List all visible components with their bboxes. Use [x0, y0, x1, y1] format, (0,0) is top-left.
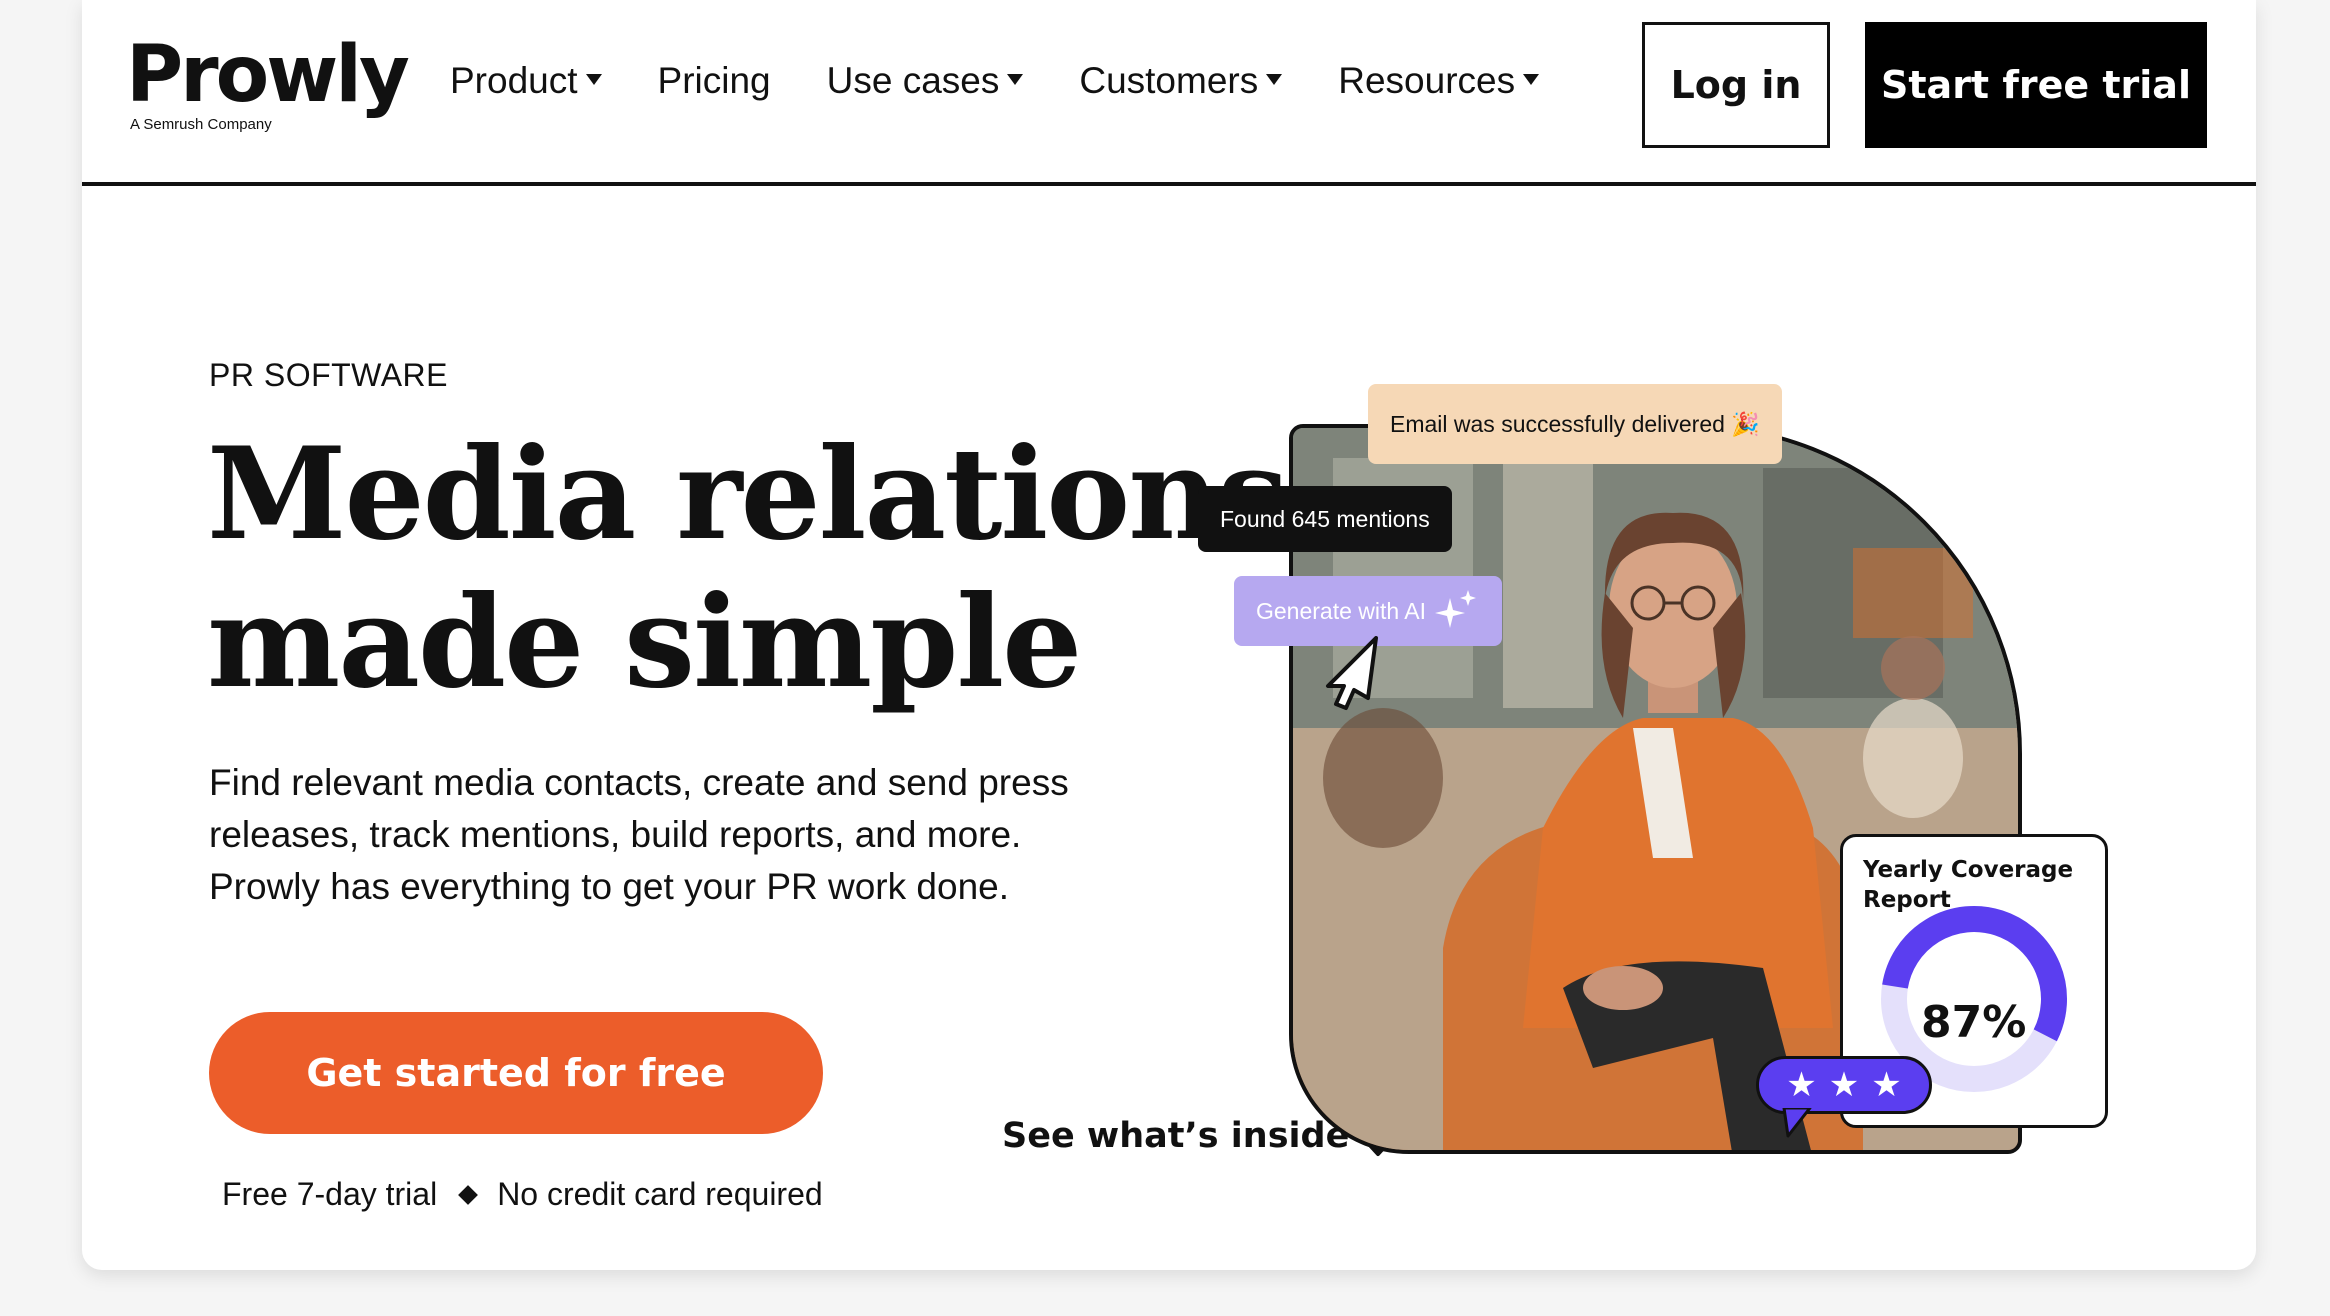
logo[interactable]: Prowly A Semrush Company	[126, 30, 410, 133]
nav-item-use-cases[interactable]: Use cases	[827, 60, 1024, 102]
trial-note-no-card: No credit card required	[497, 1176, 823, 1212]
nav-item-customers[interactable]: Customers	[1079, 60, 1283, 102]
sparkle-icon	[1435, 590, 1477, 628]
nav-item-resources[interactable]: Resources	[1338, 60, 1540, 102]
rating-bubble: ★ ★ ★	[1756, 1056, 1932, 1114]
nav-item-label: Resources	[1338, 60, 1516, 101]
get-started-button[interactable]: Get started for free	[209, 1012, 823, 1134]
top-navigation: Prowly A Semrush Company Product Pricing…	[82, 0, 2256, 186]
trial-note-length: Free 7-day trial	[222, 1176, 438, 1212]
nav-item-label: Product	[450, 60, 578, 101]
see-inside-label: See what’s inside	[1002, 1116, 1350, 1156]
login-button[interactable]: Log in	[1642, 22, 1830, 148]
start-free-trial-button[interactable]: Start free trial	[1865, 22, 2207, 148]
hero-description: Find relevant media contacts, create and…	[209, 762, 1069, 907]
nav-links: Product Pricing Use cases Customers Reso…	[450, 60, 1595, 102]
caret-down-icon	[585, 73, 602, 85]
diamond-separator-icon	[458, 1184, 479, 1205]
hero-eyebrow: PR SOFTWARE	[209, 357, 448, 393]
caret-down-icon	[1007, 73, 1024, 85]
nav-item-label: Customers	[1079, 60, 1259, 101]
star-icon: ★	[1786, 1066, 1817, 1104]
mouse-cursor-icon	[1326, 636, 1378, 710]
logo-wordmark: Prowly	[126, 30, 410, 120]
nav-item-pricing[interactable]: Pricing	[658, 60, 771, 102]
headline-line-1: Media relations	[207, 420, 1289, 568]
caret-down-icon	[1523, 73, 1540, 85]
trial-note: Free 7-day trial No credit card required	[222, 1176, 823, 1213]
rating-bubble-tail	[1782, 1108, 1812, 1138]
nav-item-label: Use cases	[826, 60, 1000, 101]
report-percent-value: 87%	[1921, 997, 2027, 1048]
generate-ai-label: Generate with AI	[1256, 597, 1427, 624]
star-icon: ★	[1828, 1066, 1860, 1104]
nav-item-product[interactable]: Product	[450, 60, 602, 102]
headline-line-2: made simple	[207, 568, 1082, 716]
email-delivered-toast: Email was successfully delivered 🎉	[1368, 384, 1782, 464]
star-icon: ★	[1871, 1066, 1902, 1104]
caret-down-icon	[1266, 73, 1283, 85]
page-card: Prowly A Semrush Company Product Pricing…	[82, 0, 2256, 1270]
mentions-found-badge: Found 645 mentions	[1198, 486, 1452, 552]
hero-headline: Media relations made simple	[207, 420, 1307, 716]
nav-item-label: Pricing	[657, 60, 771, 101]
